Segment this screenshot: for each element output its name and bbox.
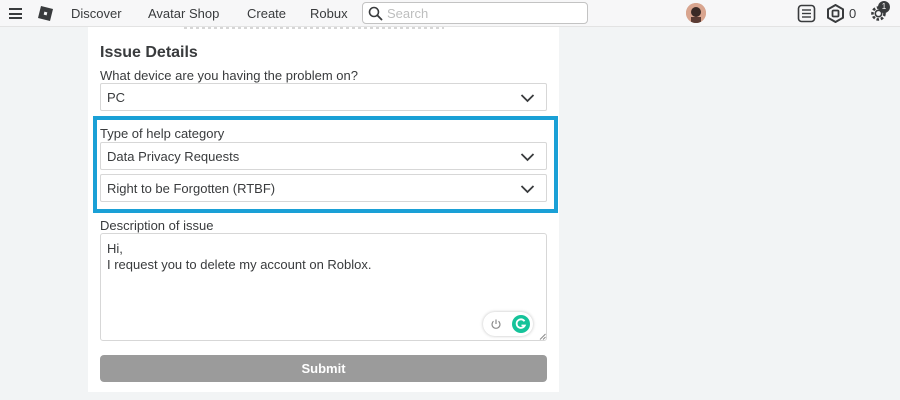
menu-icon[interactable]	[9, 8, 22, 19]
chevron-down-icon	[520, 94, 535, 103]
nav-robux[interactable]: Robux	[310, 6, 348, 21]
category-highlight-frame	[93, 116, 558, 213]
avatar-icon	[686, 3, 706, 23]
robux-icon[interactable]	[826, 4, 845, 23]
avatar[interactable]	[686, 3, 706, 23]
page-title: Issue Details	[100, 44, 198, 61]
search-box[interactable]	[362, 2, 588, 24]
description-label: Description of issue	[100, 218, 214, 233]
nav-discover[interactable]: Discover	[71, 6, 122, 21]
chat-list-icon[interactable]	[797, 4, 816, 23]
resize-handle-icon[interactable]	[539, 333, 546, 340]
roblox-logo-icon[interactable]	[38, 6, 53, 21]
top-nav-bar: Discover Avatar Shop Create Robux 0 1	[0, 0, 900, 27]
notification-badge: 1	[878, 1, 890, 13]
writing-assistant-widget[interactable]	[483, 312, 533, 336]
nav-avatar-shop[interactable]: Avatar Shop	[148, 6, 219, 21]
grammarly-icon[interactable]	[512, 315, 530, 333]
robux-balance: 0	[849, 6, 857, 21]
search-icon	[368, 6, 383, 21]
search-input[interactable]	[387, 4, 582, 22]
submit-button[interactable]: Submit	[100, 355, 547, 382]
description-textarea[interactable]: Hi, I request you to delete my account o…	[100, 233, 547, 341]
nav-create[interactable]: Create	[247, 6, 286, 21]
device-label: What device are you having the problem o…	[100, 68, 358, 83]
grammarly-g-icon	[515, 318, 527, 329]
device-select[interactable]: PC	[100, 83, 547, 111]
power-icon[interactable]	[490, 318, 502, 330]
device-select-value: PC	[107, 90, 126, 105]
